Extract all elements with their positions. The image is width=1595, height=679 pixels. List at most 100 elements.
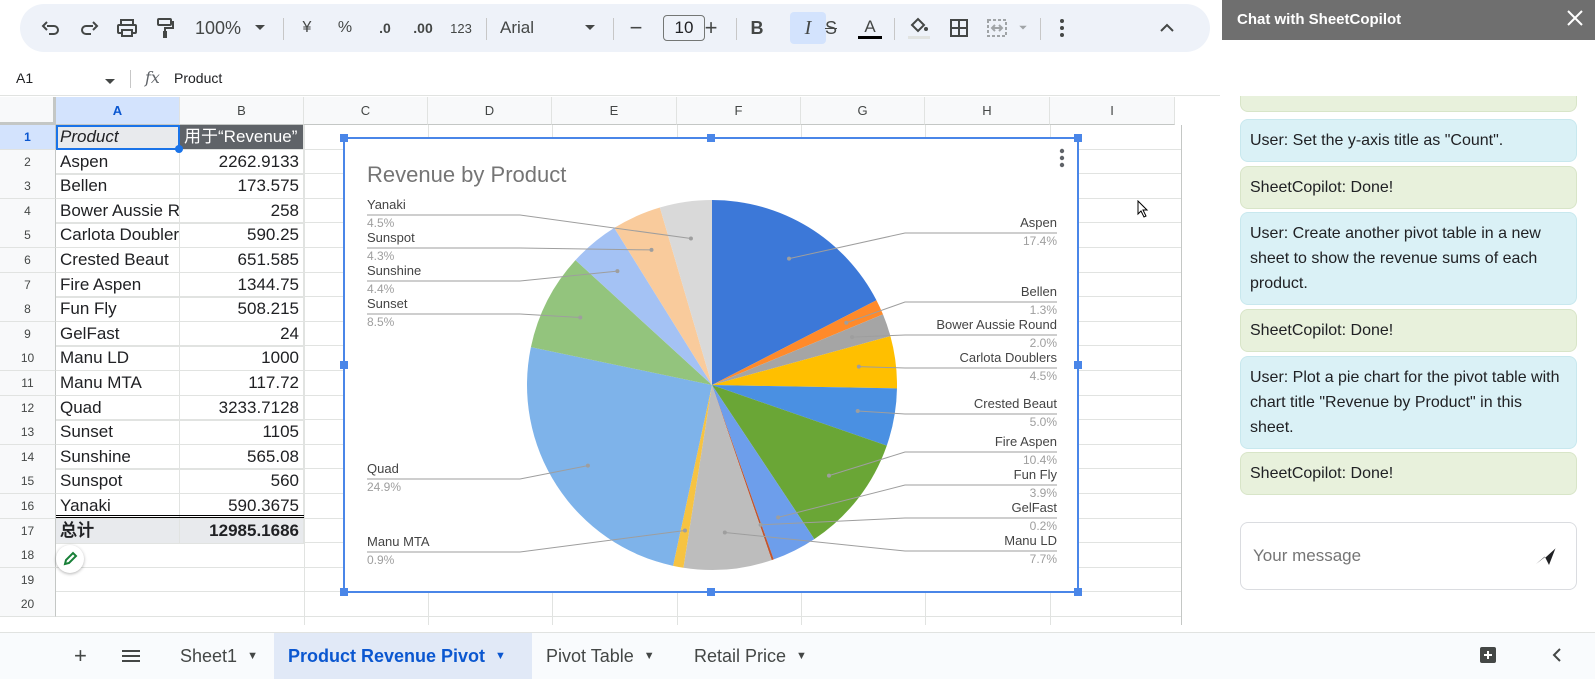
borders-icon[interactable] <box>944 4 974 52</box>
explore-icon[interactable] <box>1478 645 1498 668</box>
resize-handle[interactable] <box>1074 361 1082 369</box>
bold-button[interactable]: B <box>742 4 772 52</box>
chevron-down-icon[interactable] <box>1014 4 1032 52</box>
column-header-c[interactable]: C <box>304 97 428 125</box>
column-header-h[interactable]: H <box>925 97 1050 125</box>
row-header-10[interactable]: 10 <box>0 346 56 372</box>
undo-icon[interactable] <box>36 4 66 52</box>
cell-b12[interactable]: 3233.7128 <box>180 395 304 421</box>
row-header-17[interactable]: 17 <box>0 518 56 544</box>
chevron-down-icon[interactable] <box>104 74 116 89</box>
increase-decimal-button[interactable]: .00 <box>406 4 440 52</box>
row-header-8[interactable]: 8 <box>0 297 56 323</box>
row-header-11[interactable]: 11 <box>0 371 56 396</box>
more-formats-button[interactable]: 123 <box>444 4 478 52</box>
close-icon[interactable] <box>1566 9 1584 30</box>
more-options-icon[interactable] <box>1050 4 1074 52</box>
row-header-20[interactable]: 20 <box>0 592 56 618</box>
cell-a2[interactable]: Aspen <box>56 149 180 175</box>
resize-handle[interactable] <box>340 361 348 369</box>
cell-b2[interactable]: 2262.9133 <box>180 149 304 175</box>
cell-b9[interactable]: 24 <box>180 321 304 347</box>
pie-chart[interactable]: Revenue by Product Aspen 17.4% Bellen 1.3% B… <box>340 134 1082 596</box>
row-header-19[interactable]: 19 <box>0 567 56 593</box>
cell-a3[interactable]: Bellen <box>56 174 180 200</box>
cell-b10[interactable]: 1000 <box>180 346 304 372</box>
cell-a7[interactable]: Fire Aspen <box>56 272 180 298</box>
row-header-16[interactable]: 16 <box>0 494 56 519</box>
cell-b5[interactable]: 590.25 <box>180 223 304 249</box>
cell-a10[interactable]: Manu LD <box>56 346 180 372</box>
send-icon[interactable] <box>1535 546 1557 569</box>
currency-format-button[interactable]: ¥ <box>292 4 322 52</box>
resize-handle[interactable] <box>340 134 348 142</box>
cell-a11[interactable]: Manu MTA <box>56 371 180 396</box>
redo-icon[interactable] <box>74 4 104 52</box>
add-sheet-button[interactable]: + <box>60 633 101 679</box>
fill-handle[interactable] <box>175 145 183 153</box>
all-sheets-button[interactable] <box>108 633 154 679</box>
cell-b17[interactable]: 12985.1686 <box>180 518 304 544</box>
chevron-down-icon[interactable] <box>580 4 600 52</box>
resize-handle[interactable] <box>340 588 348 596</box>
row-header-14[interactable]: 14 <box>0 444 56 470</box>
decrease-font-size-button[interactable]: − <box>623 4 649 52</box>
chat-message-input[interactable] <box>1253 543 1523 569</box>
row-header-7[interactable]: 7 <box>0 272 56 298</box>
cell-a12[interactable]: Quad <box>56 395 180 421</box>
collapse-toolbar-icon[interactable] <box>1152 4 1182 52</box>
formula-input[interactable]: Product <box>174 70 222 86</box>
edit-pencil-icon[interactable] <box>56 545 84 573</box>
cell-b15[interactable]: 560 <box>180 469 304 495</box>
cell-a8[interactable]: Fun Fly <box>56 297 180 323</box>
name-box[interactable]: A1 <box>16 70 33 86</box>
column-header-g[interactable]: G <box>801 97 925 125</box>
chevron-down-icon[interactable] <box>250 4 270 52</box>
cell-a1[interactable]: Product <box>56 125 180 150</box>
fill-color-icon[interactable] <box>904 4 934 52</box>
column-header-b[interactable]: B <box>180 97 304 125</box>
cell-b4[interactable]: 258 <box>180 198 304 224</box>
font-select[interactable]: Arial <box>500 4 550 52</box>
row-header-12[interactable]: 12 <box>0 395 56 421</box>
cell-a15[interactable]: Sunspot <box>56 469 180 495</box>
row-header-6[interactable]: 6 <box>0 248 56 273</box>
tab-retail-price[interactable]: Retail Price ▼ <box>680 633 821 679</box>
paint-format-icon[interactable] <box>150 4 180 52</box>
cell-a6[interactable]: Crested Beaut <box>56 248 180 273</box>
print-icon[interactable] <box>112 4 142 52</box>
cell-b6[interactable]: 651.585 <box>180 248 304 273</box>
increase-font-size-button[interactable]: + <box>698 4 724 52</box>
cell-b13[interactable]: 1105 <box>180 420 304 446</box>
cell-a14[interactable]: Sunshine <box>56 444 180 470</box>
cell-a4[interactable]: Bower Aussie R <box>56 198 180 224</box>
decrease-decimal-button[interactable]: .0 <box>368 4 402 52</box>
column-header-e[interactable]: E <box>552 97 677 125</box>
column-header-i[interactable]: I <box>1050 97 1175 125</box>
cell-a13[interactable]: Sunset <box>56 420 180 446</box>
row-header-18[interactable]: 18 <box>0 543 56 569</box>
tab-sheet1[interactable]: Sheet1 ▼ <box>166 633 272 679</box>
percent-format-button[interactable]: % <box>330 4 360 52</box>
row-header-4[interactable]: 4 <box>0 198 56 224</box>
merge-cells-icon[interactable] <box>982 4 1012 52</box>
strikethrough-button[interactable]: S <box>816 4 846 52</box>
row-header-1[interactable]: 1 <box>0 125 56 150</box>
resize-handle[interactable] <box>1074 134 1082 142</box>
cell-b8[interactable]: 508.215 <box>180 297 304 323</box>
select-all-corner[interactable] <box>0 97 56 125</box>
column-header-f[interactable]: F <box>677 97 801 125</box>
cell-b1[interactable]: 用于“Revenue” <box>180 125 304 150</box>
collapse-panel-icon[interactable] <box>1552 647 1562 666</box>
row-header-5[interactable]: 5 <box>0 223 56 249</box>
tab-pivot-table[interactable]: Pivot Table ▼ <box>532 633 669 679</box>
resize-handle[interactable] <box>707 588 715 596</box>
row-header-13[interactable]: 13 <box>0 420 56 446</box>
resize-handle[interactable] <box>707 134 715 142</box>
cell-a17[interactable]: 总计 <box>56 518 180 544</box>
cell-a9[interactable]: GelFast <box>56 321 180 347</box>
row-header-3[interactable]: 3 <box>0 174 56 200</box>
zoom-select[interactable]: 100% <box>190 4 246 52</box>
cell-b3[interactable]: 173.575 <box>180 174 304 200</box>
resize-handle[interactable] <box>1074 588 1082 596</box>
